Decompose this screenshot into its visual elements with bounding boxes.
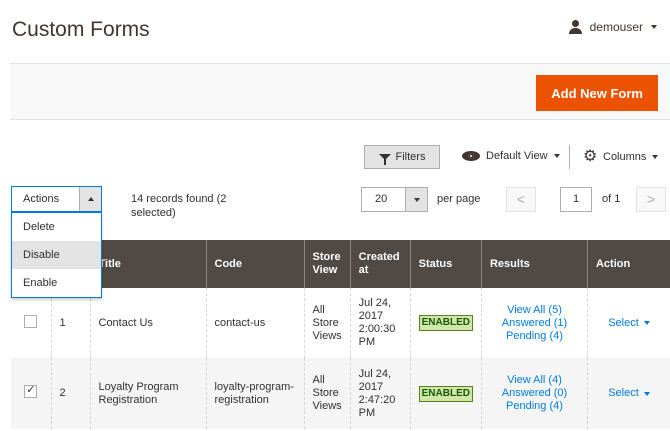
answered-link[interactable]: Answered (1) xyxy=(490,317,579,330)
columns-label: Columns xyxy=(603,151,647,163)
grid-header-row: ID Title Code Store View Created at Stat… xyxy=(11,240,670,288)
per-page-value: 20 xyxy=(375,193,388,205)
chevron-down-icon xyxy=(643,321,650,325)
cell-created-at: Jul 24, 2017 2:47:20 PM xyxy=(349,358,411,429)
page-title: Custom Forms xyxy=(12,18,150,41)
filters-button[interactable]: Filters xyxy=(364,145,440,169)
cell-title: Loyalty Program Registration xyxy=(89,358,206,429)
cell-status: ENABLED xyxy=(409,358,482,429)
page-actions-bar: Add New Form xyxy=(10,63,670,120)
cell-store-view: All Store Views xyxy=(303,358,351,429)
dropdown-toggle[interactable] xyxy=(79,187,101,211)
gear-icon: ⚙ xyxy=(583,148,598,165)
filters-label: Filters xyxy=(395,151,426,163)
add-new-form-button[interactable]: Add New Form xyxy=(536,75,658,111)
mass-actions-dropdown[interactable]: Actions xyxy=(11,186,102,212)
default-view-label: Default View xyxy=(486,150,548,162)
cell-id: 2 xyxy=(50,358,90,429)
cell-status: ENABLED xyxy=(409,288,482,358)
menu-item-disable[interactable]: Disable xyxy=(12,241,101,269)
row-action-select[interactable]: Select xyxy=(608,317,650,330)
menu-item-enable[interactable]: Enable xyxy=(12,269,101,297)
menu-item-delete[interactable]: Delete xyxy=(12,213,101,241)
columns-dropdown[interactable]: ⚙ Columns xyxy=(583,148,659,165)
row-select-cell xyxy=(11,358,51,429)
per-page-select[interactable]: 20 xyxy=(361,187,428,212)
col-header-action[interactable]: Action xyxy=(586,240,670,288)
forms-grid: ID Title Code Store View Created at Stat… xyxy=(11,240,670,429)
chevron-down-icon xyxy=(553,154,560,158)
row-action-label: Select xyxy=(608,387,639,399)
cell-action: Select xyxy=(586,358,670,429)
row-action-label: Select xyxy=(608,316,639,329)
cell-results: View All (5) Answered (1) Pending (4) xyxy=(480,288,588,358)
eye-icon xyxy=(462,151,480,161)
mass-actions-menu: Delete Disable Enable xyxy=(11,212,102,298)
view-all-link[interactable]: View All (5) xyxy=(490,304,579,317)
mass-actions-label: Actions xyxy=(23,193,60,205)
user-menu[interactable]: demouser xyxy=(568,20,657,34)
records-count: 14 records found (2 selected) xyxy=(131,193,227,219)
table-row: 2 Loyalty Program Registration loyalty-p… xyxy=(11,358,670,429)
row-action-select[interactable]: Select xyxy=(608,387,650,400)
view-all-link[interactable]: View All (4) xyxy=(490,374,579,387)
col-header-store-view[interactable]: Store View xyxy=(303,240,351,288)
col-header-results[interactable]: Results xyxy=(480,240,588,288)
cell-results: View All (4) Answered (0) Pending (4) xyxy=(480,358,588,429)
per-page-label: per page xyxy=(437,193,481,205)
col-header-title[interactable]: Title xyxy=(89,240,206,288)
cell-id: 1 xyxy=(50,288,90,358)
chevron-down-icon xyxy=(651,25,657,29)
col-header-code[interactable]: Code xyxy=(205,240,304,288)
cell-action: Select xyxy=(586,288,670,358)
pending-link[interactable]: Pending (4) xyxy=(490,330,579,343)
cell-title: Contact Us xyxy=(89,288,206,358)
row-checkbox[interactable] xyxy=(24,314,38,328)
chevron-down-icon xyxy=(643,391,650,396)
chevron-down-icon xyxy=(652,155,659,159)
table-row: 1 Contact Us contact-us All Store Views … xyxy=(11,288,670,358)
cell-store-view: All Store Views xyxy=(303,288,351,358)
next-page-button[interactable]: > xyxy=(636,187,666,212)
cell-code: contact-us xyxy=(205,288,304,358)
page-number-input[interactable]: 1 xyxy=(560,187,592,212)
chevron-up-icon xyxy=(87,197,94,201)
prev-page-button[interactable]: < xyxy=(506,187,536,212)
row-checkbox[interactable] xyxy=(24,384,38,398)
user-icon xyxy=(568,20,582,34)
row-select-cell xyxy=(11,288,51,358)
col-header-status[interactable]: Status xyxy=(409,240,482,288)
pending-link[interactable]: Pending (4) xyxy=(490,400,579,413)
default-view-dropdown[interactable]: Default View xyxy=(462,150,560,162)
username: demouser xyxy=(589,20,643,34)
chevron-down-icon xyxy=(413,197,420,202)
per-page-toggle[interactable] xyxy=(405,188,427,211)
col-header-created-at[interactable]: Created at xyxy=(349,240,411,288)
answered-link[interactable]: Answered (0) xyxy=(490,387,579,400)
status-badge: ENABLED xyxy=(418,385,473,402)
page-total: of 1 xyxy=(602,193,621,205)
status-badge: ENABLED xyxy=(418,315,473,331)
toolbar-divider xyxy=(569,145,570,169)
filter-icon xyxy=(378,154,391,165)
cell-created-at: Jul 24, 2017 2:00:30 PM xyxy=(349,288,411,358)
cell-code: loyalty-program-registration xyxy=(205,358,304,429)
